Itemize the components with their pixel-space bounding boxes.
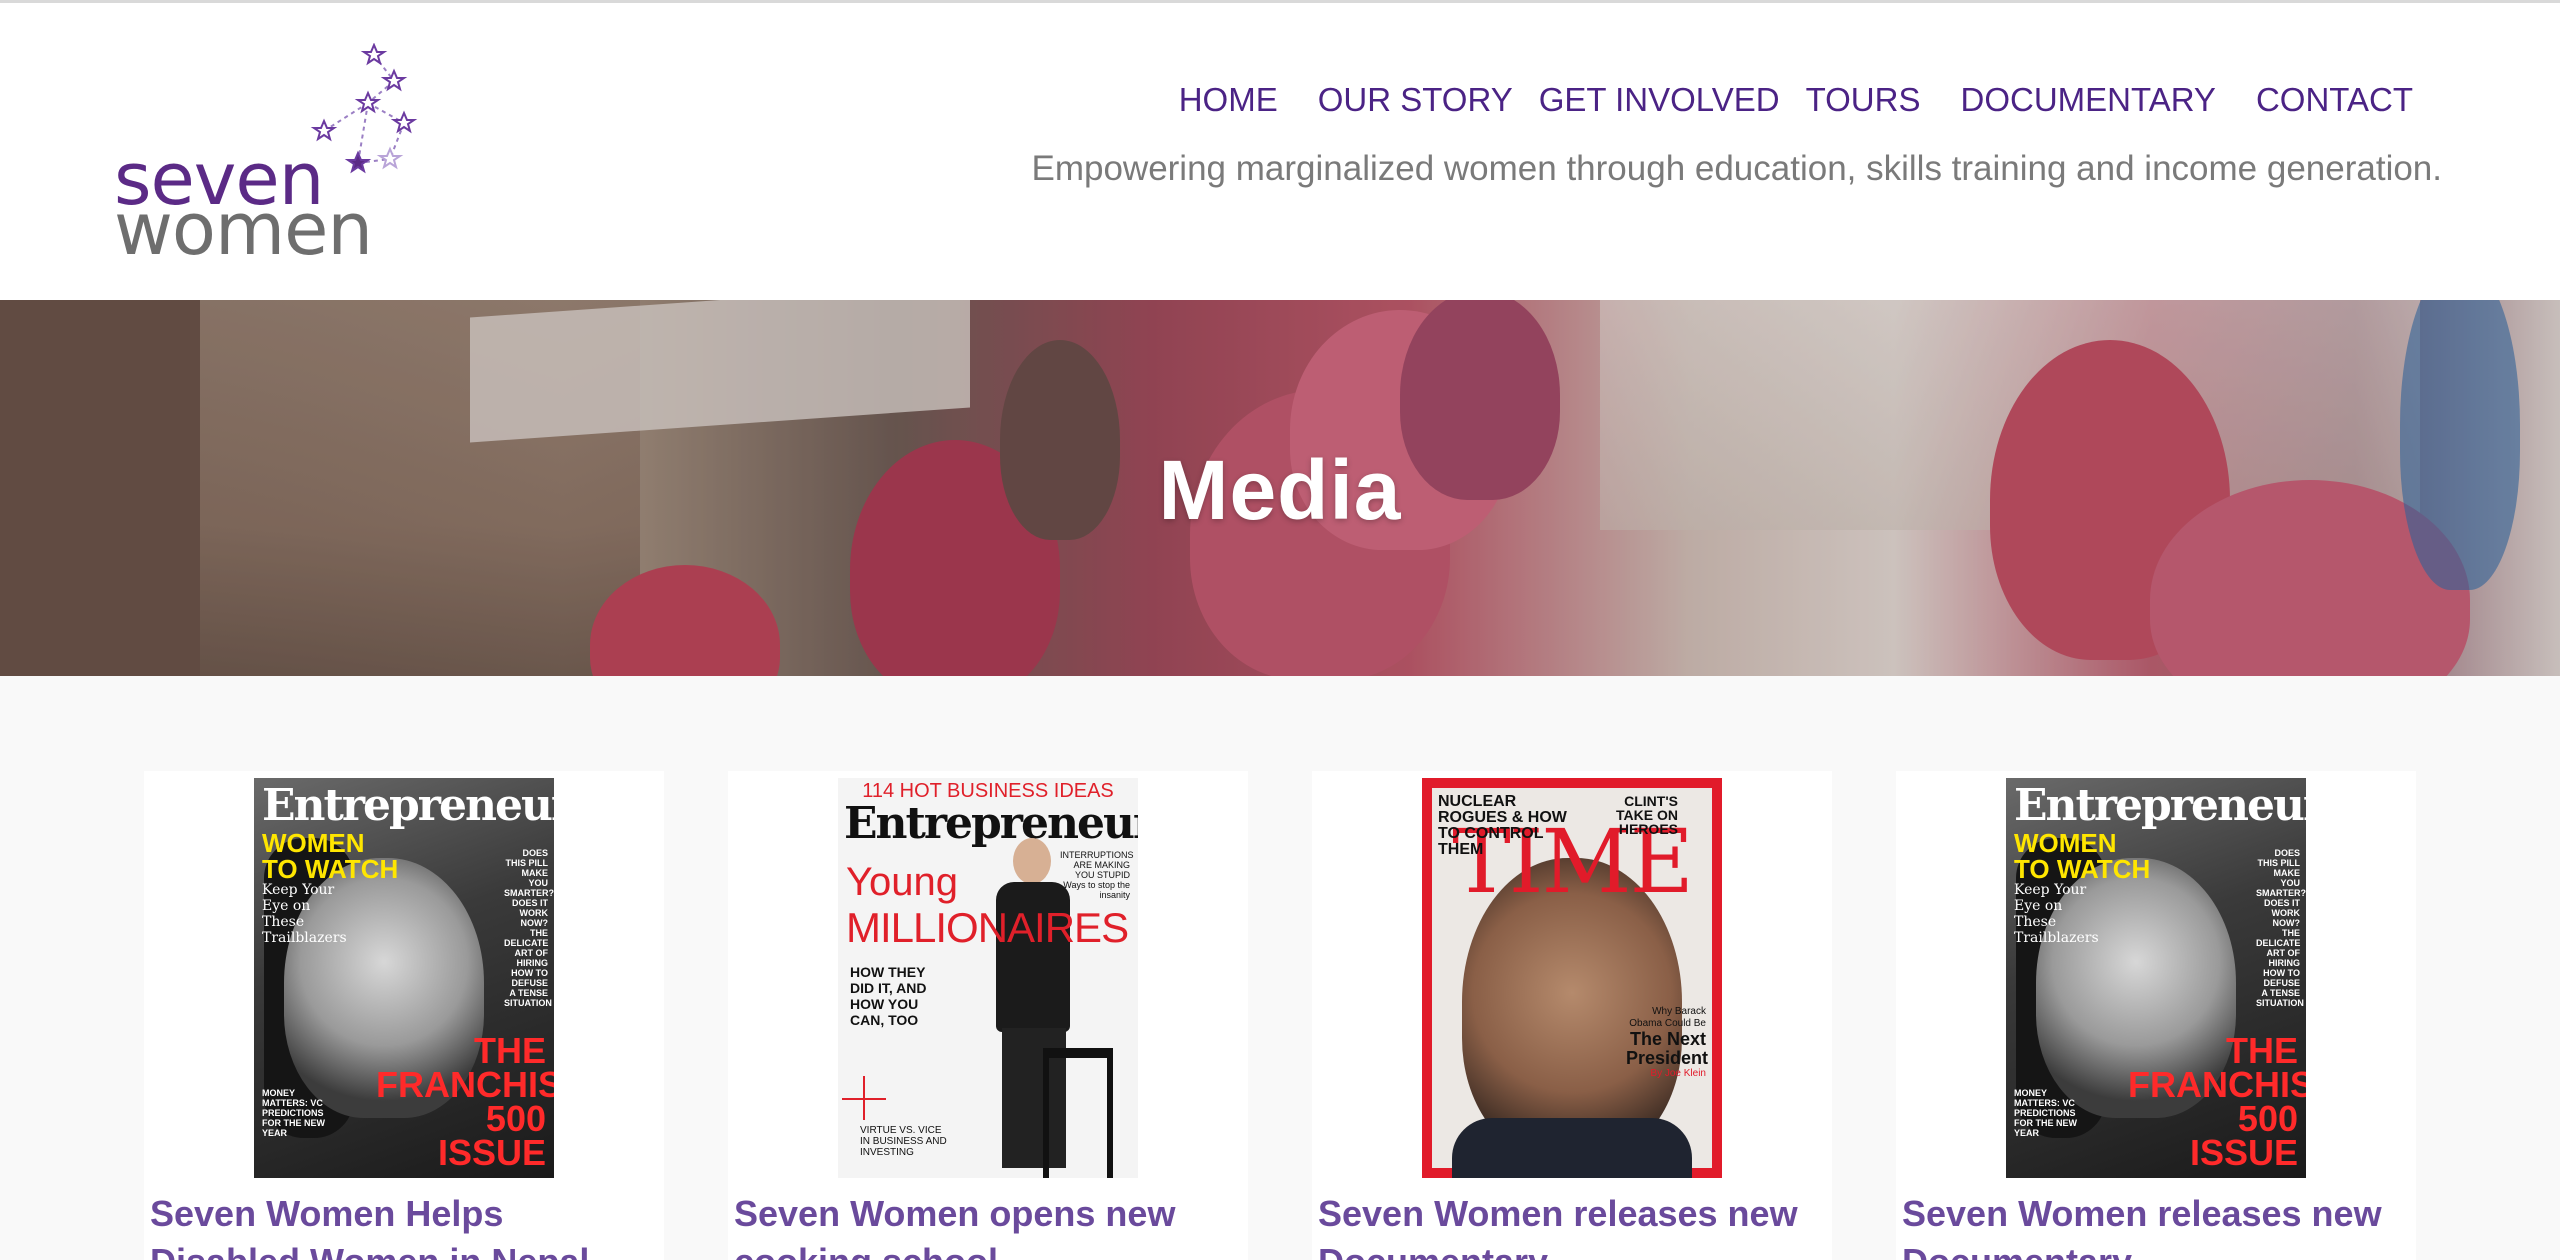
cover-photo-man-head (1013, 838, 1051, 884)
seven-women-logo[interactable]: seven women (114, 43, 434, 271)
cover-next-intro: Why Barack Obama Could Be (1629, 1006, 1706, 1029)
magazine-cover-young-millionaires[interactable]: 114 HOT BUSINESS IDEAS Entrepreneur Youn… (838, 778, 1138, 1178)
media-card[interactable]: TIME NUCLEAR ROGUES & HOW TO CONTROL THE… (1312, 771, 1832, 1260)
page-title: Media (1158, 443, 1402, 537)
nav-get-involved[interactable]: GET INVOLVED (1526, 81, 1793, 119)
magazine-cover-entrepreneur[interactable]: Entrepreneur WOMEN TO WATCH Keep Your Ey… (2006, 778, 2306, 1178)
cover-interruptions-text: INTERRUPTIONS ARE MAKING YOU STUPID Ways… (1060, 850, 1134, 900)
cover-crosshair (863, 1076, 865, 1120)
card-title[interactable]: Seven Women opens new cooking school… (734, 1190, 1244, 1260)
site-header: seven women HOME OUR STORY GET INVOLVED … (0, 3, 2560, 300)
media-card[interactable]: Entrepreneur WOMEN TO WATCH Keep Your Ey… (1896, 771, 2416, 1260)
nav-our-story[interactable]: OUR STORY (1305, 81, 1526, 119)
cover-money-text: MONEY MATTERS: VC PREDICTIONS FOR THE NE… (262, 1088, 325, 1138)
cover-bottom-headline: THE FRANCHISE 500 ISSUE (2128, 1030, 2306, 1173)
hero-banner: Media (0, 300, 2560, 676)
cover-subline: Keep Your Eye on These Trailblazers (2014, 882, 2099, 946)
cover-masthead: Entrepreneur (2014, 780, 2306, 831)
media-card-list: Entrepreneur WOMEN TO WATCH Keep Your Ey… (144, 771, 2416, 1260)
media-card[interactable]: 114 HOT BUSINESS IDEAS Entrepreneur Youn… (728, 771, 1248, 1260)
card-title[interactable]: Seven Women Helps Disabled Women in Nepa… (150, 1190, 660, 1260)
nav-documentary[interactable]: DOCUMENTARY (1947, 81, 2228, 119)
cover-young: Young (846, 860, 958, 904)
cover-photo-suit (1452, 1118, 1692, 1178)
card-title[interactable]: Seven Women releases new Documentary… (1318, 1190, 1828, 1260)
cover-byline: By Joe Klein (1650, 1068, 1706, 1079)
card-title[interactable]: Seven Women releases new Documentary… (1902, 1190, 2412, 1260)
cover-side-text: DOES THIS PILL MAKE YOU SMARTER? DOES IT… (504, 848, 554, 1008)
media-content: Entrepreneur WOMEN TO WATCH Keep Your Ey… (0, 676, 2560, 1260)
cover-money-text: MONEY MATTERS: VC PREDICTIONS FOR THE NE… (2014, 1088, 2077, 1138)
cover-headline: WOMEN TO WATCH (262, 828, 399, 884)
magazine-cover-time[interactable]: TIME NUCLEAR ROGUES & HOW TO CONTROL THE… (1422, 778, 1722, 1178)
magazine-cover-entrepreneur[interactable]: Entrepreneur WOMEN TO WATCH Keep Your Ey… (254, 778, 554, 1178)
nav-contact[interactable]: CONTACT (2243, 81, 2426, 119)
cover-bottom-headline: THE FRANCHISE 500 ISSUE (376, 1030, 554, 1173)
main-nav: HOME OUR STORY GET INVOLVED TOURS DOCUME… (1166, 81, 2426, 119)
cover-topline: NUCLEAR ROGUES & HOW TO CONTROL THEM (1438, 793, 1567, 858)
cover-next-president: Why Barack Obama Could Be The Next Presi… (1626, 1006, 1709, 1080)
media-card[interactable]: Entrepreneur WOMEN TO WATCH Keep Your Ey… (144, 771, 664, 1260)
nav-tours[interactable]: TOURS (1793, 81, 1934, 119)
cover-millionaires: MILLIONAIRES (846, 904, 1129, 951)
cover-virtue-text: VIRTUE VS. VICE IN BUSINESS AND INVESTIN… (860, 1125, 947, 1158)
cover-masthead: Entrepreneur (262, 780, 554, 831)
cover-subline: Keep Your Eye on These Trailblazers (262, 882, 347, 946)
cover-heroes: CLINT'S TAKE ON HEROES (1616, 793, 1678, 837)
cover-next-headline: The Next President (1626, 1029, 1709, 1068)
cover-photo-stool (1043, 1048, 1113, 1178)
nav-home[interactable]: HOME (1166, 81, 1291, 119)
cover-how-text: HOW THEY DID IT, AND HOW YOU CAN, TOO (850, 964, 927, 1028)
cover-side-text: DOES THIS PILL MAKE YOU SMARTER? DOES IT… (2256, 848, 2306, 1008)
logo-text-women: women (114, 187, 373, 271)
site-tagline: Empowering marginalized women through ed… (1031, 149, 2442, 188)
cover-headline: WOMEN TO WATCH (2014, 828, 2151, 884)
